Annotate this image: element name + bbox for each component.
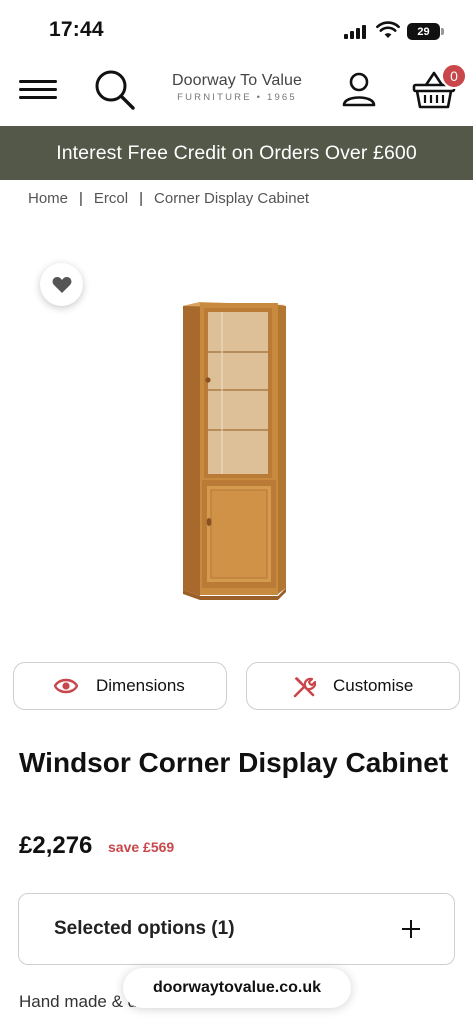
- breadcrumb-ercol[interactable]: Ercol: [94, 190, 128, 207]
- breadcrumb: Home | Ercol | Corner Display Cabinet: [28, 188, 309, 208]
- site-header: Doorway To Value FURNITURE • 1965 0: [0, 58, 473, 126]
- status-time: 17:44: [49, 18, 104, 41]
- product-title: Windsor Corner Display Cabinet: [19, 747, 449, 778]
- customise-button[interactable]: Customise: [246, 662, 460, 710]
- status-bar: 17:44 29: [0, 0, 473, 58]
- product-price: £2,276: [19, 832, 93, 859]
- cart-count-badge: 0: [441, 63, 467, 89]
- site-logo[interactable]: Doorway To Value FURNITURE • 1965: [160, 72, 314, 103]
- breadcrumb-home[interactable]: Home: [28, 190, 68, 207]
- signal-icon: [344, 25, 370, 39]
- breadcrumb-separator: |: [79, 189, 83, 207]
- product-image: [183, 302, 286, 600]
- save-amount: save £569: [108, 839, 175, 855]
- breadcrumb-separator: |: [139, 189, 144, 207]
- customise-label: Customise: [333, 676, 414, 695]
- dimensions-label: Dimensions: [96, 676, 185, 695]
- eye-icon: [54, 678, 78, 694]
- heart-icon: [52, 276, 71, 293]
- plus-icon: [402, 920, 420, 938]
- account-icon[interactable]: [341, 71, 377, 109]
- selected-options-accordion[interactable]: Selected options (1): [18, 893, 455, 965]
- tools-icon: [293, 677, 316, 698]
- promo-banner[interactable]: Interest Free Credit on Orders Over £600: [0, 126, 473, 180]
- logo-tagline: FURNITURE • 1965: [177, 92, 297, 103]
- logo-name: Doorway To Value: [172, 72, 302, 89]
- wifi-icon: [376, 21, 400, 38]
- browser-url-bar[interactable]: doorwaytovalue.co.uk: [123, 968, 351, 1008]
- wishlist-button[interactable]: [40, 263, 83, 306]
- battery-icon: 29: [407, 23, 440, 40]
- dimensions-button[interactable]: Dimensions: [13, 662, 227, 710]
- battery-cap: [441, 28, 444, 35]
- selected-options-label: Selected options (1): [54, 918, 235, 939]
- menu-icon[interactable]: [19, 80, 57, 100]
- breadcrumb-current: Corner Display Cabinet: [154, 189, 310, 207]
- search-icon[interactable]: [93, 68, 137, 112]
